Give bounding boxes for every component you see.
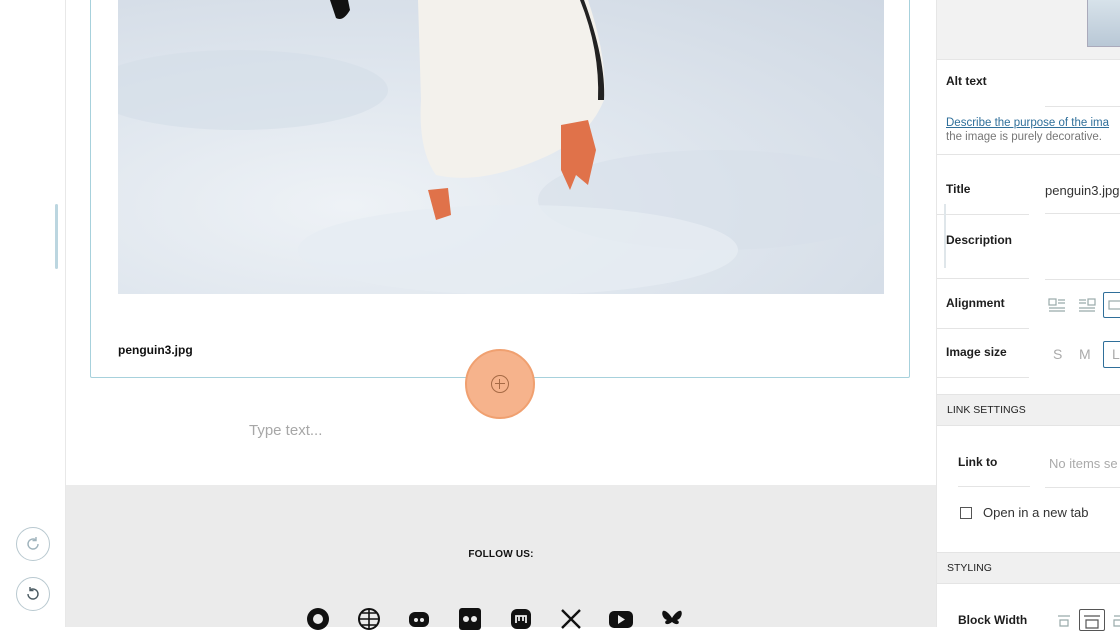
new-tab-checkbox[interactable]	[960, 507, 972, 519]
size-large-option[interactable]: L	[1103, 341, 1120, 368]
width-wide-icon[interactable]	[1113, 614, 1120, 633]
penguin-image[interactable]	[118, 0, 884, 294]
divider	[937, 328, 1029, 329]
redo-icon	[27, 537, 39, 550]
divider	[937, 154, 1120, 155]
title-field-underline	[1045, 213, 1120, 214]
image-caption: penguin3.jpg	[118, 343, 193, 357]
image-size-label: Image size	[946, 345, 1007, 359]
bluesky-icon[interactable]	[659, 606, 685, 632]
alignment-label: Alignment	[946, 296, 1005, 310]
size-large-label: L	[1112, 346, 1120, 362]
alt-text-label: Alt text	[946, 74, 987, 88]
image-thumbnail[interactable]	[1087, 0, 1120, 47]
mastodon-icon[interactable]	[508, 606, 534, 632]
width-medium-icon[interactable]	[1079, 609, 1105, 631]
link-to-underline	[1045, 487, 1120, 488]
link-to-select[interactable]: No items se	[1049, 456, 1118, 471]
undo-icon	[27, 587, 39, 600]
width-narrow-icon[interactable]	[1057, 614, 1071, 633]
title-field[interactable]: penguin3.jpg	[1045, 183, 1119, 198]
redo-button[interactable]	[16, 527, 50, 561]
follow-us-label: FOLLOW US:	[468, 549, 534, 560]
alt-text-help-link[interactable]: Describe the purpose of the ima	[946, 117, 1109, 129]
alt-text-field-underline[interactable]	[1045, 106, 1120, 107]
youtube-icon[interactable]	[608, 606, 634, 632]
text-input-placeholder[interactable]: Type text...	[249, 422, 322, 439]
link-to-label: Link to	[958, 455, 998, 469]
plus-circle-icon	[491, 375, 509, 393]
undo-button[interactable]	[16, 577, 50, 611]
settings-panel: Alt text Describe the purpose of the ima…	[936, 0, 1120, 631]
new-tab-label: Open in a new tab	[983, 505, 1089, 520]
left-toolbar	[0, 0, 66, 627]
discord-icon[interactable]	[406, 606, 432, 632]
divider	[937, 278, 1029, 279]
title-label: Title	[946, 182, 971, 196]
divider	[937, 377, 1029, 378]
github-icon[interactable]	[305, 606, 331, 632]
description-label: Description	[946, 233, 1013, 247]
divider	[958, 486, 1030, 487]
block-width-label: Block Width	[958, 613, 1028, 627]
x-icon[interactable]	[558, 606, 584, 632]
flickr-icon[interactable]	[457, 606, 483, 632]
alt-text-hint: the image is purely decorative.	[946, 131, 1102, 143]
link-settings-header[interactable]: LINK SETTINGS	[937, 394, 1120, 426]
styling-header[interactable]: STYLING	[937, 552, 1120, 584]
scroll-handle[interactable]	[55, 204, 58, 269]
add-block-button[interactable]	[465, 349, 535, 419]
description-field[interactable]	[1045, 232, 1120, 278]
size-small-option[interactable]: S	[1053, 346, 1062, 362]
align-left-icon[interactable]	[1048, 297, 1066, 313]
page-footer: FOLLOW US:	[66, 485, 936, 630]
description-field-underline	[1045, 279, 1120, 280]
globe-icon[interactable]	[356, 606, 382, 632]
align-center-icon[interactable]	[1103, 292, 1120, 318]
size-medium-option[interactable]: M	[1079, 346, 1091, 362]
align-right-icon[interactable]	[1078, 297, 1096, 313]
divider	[937, 214, 1029, 215]
image-preview-area	[937, 0, 1120, 60]
